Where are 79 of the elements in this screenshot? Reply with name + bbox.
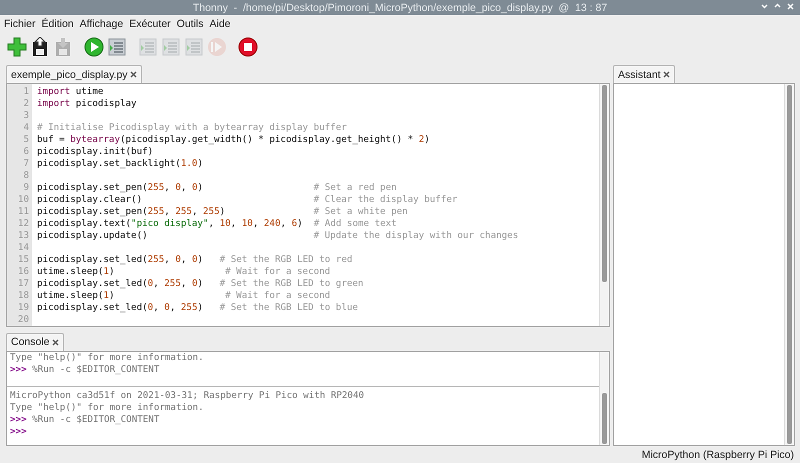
code-line: picodisplay.set_backlight(1.0) bbox=[37, 158, 204, 170]
list-icon bbox=[161, 37, 181, 57]
code-line: import picodisplay bbox=[37, 98, 138, 110]
line-number: 4 bbox=[22, 122, 30, 134]
menu-item[interactable]: Fichier bbox=[4, 18, 36, 30]
line-number: 20 bbox=[16, 314, 30, 326]
list-icon bbox=[138, 37, 158, 57]
menu-item[interactable]: Affichage bbox=[80, 18, 124, 30]
console-line: Type "help()" for more information. bbox=[10, 402, 205, 414]
minimize-icon[interactable] bbox=[761, 3, 768, 9]
toolbar-button[interactable] bbox=[238, 36, 258, 58]
line-number: 12 bbox=[16, 218, 30, 230]
close-icon[interactable] bbox=[130, 71, 137, 78]
stop-icon bbox=[238, 37, 258, 57]
console-line: MicroPython ca3d51f on 2021-03-31; Raspberry Pi Pico with RP2040 bbox=[10, 390, 366, 402]
code-line: picodisplay.init(buf) bbox=[37, 146, 154, 158]
line-number: 17 bbox=[16, 278, 30, 290]
line-number: 2 bbox=[22, 98, 30, 110]
maximize-icon[interactable] bbox=[774, 3, 781, 9]
line-number: 5 bbox=[22, 134, 30, 146]
line-number: 7 bbox=[22, 158, 30, 170]
play-icon bbox=[84, 37, 104, 57]
scrollbar[interactable] bbox=[599, 84, 609, 326]
line-number: 19 bbox=[16, 302, 30, 314]
code-line: picodisplay.set_led(0, 0, 255) # Set the RGB LED to blue bbox=[37, 302, 359, 314]
line-number: 15 bbox=[16, 254, 30, 266]
floppy-disk-icon bbox=[31, 37, 49, 57]
console-line: Type "help()" for more information. bbox=[10, 352, 205, 364]
menu-item[interactable]: Édition bbox=[42, 18, 74, 30]
line-number: 18 bbox=[16, 290, 30, 302]
list-icon bbox=[184, 37, 204, 57]
code-line: picodisplay.set_led(255, 0, 0) # Set the RGB LED to red bbox=[37, 254, 354, 266]
menu-item[interactable]: Exécuter bbox=[129, 18, 171, 30]
floppy-disk-icon bbox=[54, 37, 72, 57]
line-number: 6 bbox=[22, 146, 30, 158]
console-tab[interactable]: Console bbox=[6, 332, 64, 351]
code-line: # Initialise Picodisplay with a bytearray display buffer bbox=[37, 122, 348, 134]
line-number: 13 bbox=[16, 230, 30, 242]
console-line: >>> %Run -c $EDITOR_CONTENT bbox=[10, 414, 160, 426]
tab-label: exemple_pico_display.py bbox=[11, 68, 128, 80]
toolbar-button[interactable] bbox=[30, 36, 50, 58]
line-number: 9 bbox=[22, 182, 30, 194]
code-line: buf = bytearray(picodisplay.get_width() * picodisplay.get_height() * 2) bbox=[37, 134, 431, 146]
toolbar-button[interactable] bbox=[84, 36, 104, 58]
tab-label: Assistant bbox=[618, 68, 661, 80]
list-icon bbox=[107, 37, 127, 57]
tab-label: Console bbox=[11, 336, 50, 348]
menu-item[interactable]: Outils bbox=[176, 18, 204, 30]
console-line: >>> %Run -c $EDITOR_CONTENT bbox=[10, 364, 160, 376]
editor-tab[interactable]: exemple_pico_display.py bbox=[6, 65, 142, 83]
status-text[interactable]: MicroPython (Raspberry Pi Pico) bbox=[642, 448, 794, 460]
window-title: Thonny - /home/pi/Desktop/Pimoroni_MicroPython/exemple_pico_display.py @ 13 : 87 bbox=[192, 2, 608, 14]
code-line: import utime bbox=[37, 86, 104, 98]
code-line: utime.sleep(1) # Wait for a second bbox=[37, 290, 332, 302]
code-line: utime.sleep(1) # Wait for a second bbox=[37, 266, 332, 278]
line-number: 1 bbox=[22, 86, 30, 98]
console-line: >>> bbox=[10, 426, 28, 438]
code-line: picodisplay.update() # Update the display with our changes bbox=[37, 230, 520, 242]
line-number: 14 bbox=[16, 242, 30, 254]
line-number: 16 bbox=[16, 266, 30, 278]
console-panel[interactable]: Type "help()" for more information. >>> %Run -c $EDITOR_CONTENT MicroPython ca3d51f on 2021-03-31; Raspberry Pi Pico with RP2040 Type "help()" for more information. >>> %Run -c $EDITOR_CONTENT >>> bbox=[6, 350, 610, 446]
line-number: 11 bbox=[16, 206, 30, 218]
plus-icon bbox=[7, 37, 27, 57]
line-number: 10 bbox=[16, 194, 30, 206]
code-line: picodisplay.clear() # Clear the display buffer bbox=[37, 194, 458, 206]
line-number: 3 bbox=[22, 110, 30, 122]
play-icon bbox=[207, 37, 227, 57]
assistant-tab[interactable]: Assistant bbox=[613, 65, 675, 83]
menu-item[interactable]: Aide bbox=[210, 18, 231, 30]
close-icon[interactable] bbox=[52, 338, 59, 346]
code-line: picodisplay.text("pico display", 10, 10, 240, 6) # Add some text bbox=[37, 218, 398, 230]
code-line: picodisplay.set_pen(255, 255, 255) # Set a white pen bbox=[37, 206, 409, 218]
scrollbar[interactable] bbox=[599, 352, 609, 445]
code-line: picodisplay.set_led(0, 255, 0) # Set the RGB LED to green bbox=[37, 278, 364, 290]
line-number: 8 bbox=[22, 170, 30, 182]
close-icon[interactable] bbox=[662, 71, 670, 78]
code-editor[interactable] bbox=[6, 83, 610, 327]
code-line: picodisplay.set_pen(255, 0, 0) # Set a red pen bbox=[37, 182, 398, 194]
scrollbar[interactable] bbox=[784, 84, 794, 445]
